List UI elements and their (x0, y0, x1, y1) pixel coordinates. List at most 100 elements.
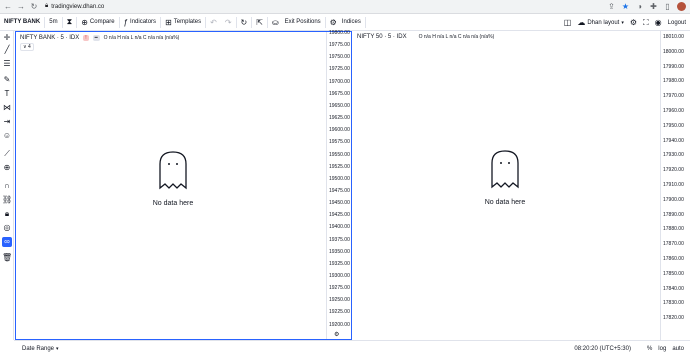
price-tick-label: 19800.00 (329, 30, 350, 36)
chart-type-button[interactable]: ⧗ (63, 14, 77, 31)
eye-icon[interactable]: ◎ (2, 223, 12, 233)
share-icon[interactable]: ⇪ (607, 2, 616, 11)
reload-icon[interactable]: ↻ (29, 2, 39, 12)
price-axis[interactable]: 19800.00 19775.00 19750.00 19725.00 19700.00… (326, 30, 350, 339)
browser-bar: ← → ↻ 🔒︎ tradingview.dhan.co ⇪ ★ ◑ ✚ ▯ (0, 0, 690, 14)
undo-button[interactable]: ↶ (206, 14, 221, 31)
price-tick-label: 17870.00 (663, 241, 684, 248)
price-tick-label: 17910.00 (663, 182, 684, 188)
symbol-title: NIFTY BANK · 5 · IDX (20, 35, 80, 41)
trash-icon[interactable]: 🗑︎ (2, 253, 12, 263)
no-data-placeholder: No data here (460, 149, 550, 206)
date-range-button[interactable]: Date Range ▾ (22, 346, 59, 352)
magnet-icon[interactable]: ∩ (2, 181, 12, 191)
popout-button[interactable]: ⇱ (252, 14, 267, 31)
price-tick-label: 17970.00 (663, 93, 684, 100)
compare-label: Compare (89, 19, 115, 25)
drawing-toolbar: ✛ ╱ ☰ ✎ T ⋈ ⇥ ☺ ⟋ ⊕ ∩ ⛓ 🔒︎ ◎ ∞ 🗑︎ (0, 31, 14, 340)
refresh-button[interactable]: ↻ (237, 14, 252, 31)
fullscreen-icon[interactable]: ⛶ (643, 18, 649, 28)
redo-button[interactable]: ↷ (221, 14, 236, 31)
date-range-label: Date Range (22, 345, 55, 352)
puzzle-icon[interactable]: ✚ (649, 2, 658, 11)
logout-button[interactable]: Logout (668, 20, 686, 26)
collapse-indicators-button[interactable]: ∨ 4 (20, 43, 34, 51)
address-bar[interactable]: 🔒︎ tradingview.dhan.co (45, 3, 104, 10)
price-tick-label: 19550.00 (329, 151, 350, 158)
price-tick-label: 19675.00 (329, 90, 350, 97)
chevron-down-icon: ▾ (56, 345, 59, 352)
price-tick-label: 17990.00 (663, 63, 684, 70)
measure-icon[interactable]: ⇥ (2, 117, 12, 127)
horizontal-lines-icon[interactable]: ☰ (2, 59, 12, 69)
chart-pane-right[interactable]: NIFTY 50 · 5 · IDX O n/a H n/a L n/a C n… (353, 31, 690, 340)
grid-icon: ⊞ (165, 17, 172, 27)
chevron-down-icon: ▾ (621, 19, 624, 26)
price-tick-label: 19500.00 (329, 175, 350, 182)
price-tick-label: 17980.00 (663, 78, 684, 85)
price-tick-label: 19400.00 (329, 224, 350, 231)
indicators-button[interactable]: ƒ Indicators (120, 14, 160, 31)
exit-positions-label: Exit Positions (284, 19, 321, 25)
log-toggle[interactable]: log (658, 346, 666, 352)
settings-icon[interactable]: ⚙ (630, 18, 637, 27)
clock-time: 08:20:20 (UTC+5:30) (574, 346, 631, 352)
exit-positions-button[interactable]: ⛀ Exit Positions (268, 14, 325, 31)
price-tick-label: 17930.00 (663, 152, 684, 159)
divider (364, 16, 366, 28)
pane-legend: NIFTY BANK · 5 · IDX ! ━ O n/a H n/a L n… (20, 35, 179, 41)
text-icon[interactable]: T (2, 89, 12, 99)
crosshair-icon[interactable]: ✛ (2, 33, 12, 43)
extension-icon[interactable]: ◑ (635, 2, 644, 11)
chart-pane-left[interactable]: NIFTY BANK · 5 · IDX ! ━ O n/a H n/a L n… (15, 30, 352, 340)
auto-toggle[interactable]: auto (672, 346, 684, 352)
brush-icon[interactable]: ✎ (2, 75, 12, 85)
price-tick-label: 18010.00 (663, 34, 684, 40)
lock-drawings-icon[interactable]: ⛓ (2, 195, 12, 205)
external-link-icon: ⇱ (256, 17, 263, 27)
link-icon[interactable]: ∞ (2, 237, 12, 247)
layout-grid-icon[interactable]: ◫ (564, 18, 572, 27)
back-icon[interactable]: ← (3, 2, 13, 12)
pattern-icon[interactable]: ⋈ (2, 103, 12, 113)
price-tick-label: 19725.00 (329, 66, 350, 73)
indices-button[interactable]: ⚙ Indices (326, 14, 365, 31)
price-axis[interactable]: 18010.00 18000.00 17990.00 17980.00 17970.00… (660, 31, 690, 340)
price-tick-label: 17830.00 (663, 300, 684, 307)
emoji-icon[interactable]: ☺ (2, 131, 12, 141)
minus-icon[interactable]: ━ (92, 35, 100, 41)
trendline-icon[interactable]: ╱ (2, 45, 12, 55)
templates-button[interactable]: ⊞ Templates (161, 14, 205, 31)
price-tick-label: 17940.00 (663, 137, 684, 144)
price-tick-label: 17820.00 (663, 315, 684, 322)
no-data-text: No data here (484, 199, 526, 206)
settings-icon[interactable]: ⚙ (334, 331, 339, 338)
templates-label: Templates (173, 19, 202, 25)
symbol-search-button[interactable]: NIFTY BANK (0, 14, 44, 31)
camera-icon[interactable]: ◉ (655, 18, 662, 27)
compare-button[interactable]: ⊕ Compare (77, 14, 118, 31)
price-tick-label: 18000.00 (663, 48, 684, 55)
star-icon[interactable]: ★ (621, 2, 630, 11)
price-tick-label: 17840.00 (663, 285, 684, 292)
sidepanel-icon[interactable]: ▯ (663, 2, 672, 11)
percent-toggle[interactable]: % (647, 346, 652, 352)
price-tick-label: 17920.00 (663, 167, 684, 174)
price-tick-label: 19475.00 (329, 187, 350, 194)
interval-button[interactable]: 5m (45, 14, 61, 31)
gear-icon: ⚙ (329, 17, 337, 27)
price-tick-label: 19375.00 (329, 236, 350, 243)
layout-dropdown[interactable]: ☁ Dhan layout ▾ (577, 14, 624, 31)
ohlc-values: O n/a H n/a L n/a C n/a n/a (n/a%) (418, 34, 495, 40)
forward-icon[interactable]: → (16, 2, 26, 12)
lock-icon[interactable]: 🔒︎ (2, 209, 12, 219)
price-tick-label: 19225.00 (329, 309, 350, 316)
avatar[interactable] (677, 2, 686, 11)
warning-badge[interactable]: ! (83, 35, 89, 41)
zoom-in-icon[interactable]: ⊕ (2, 163, 12, 173)
ruler-icon[interactable]: ⟋ (2, 149, 12, 159)
layout-label: Dhan layout (587, 19, 620, 26)
price-tick-label: 19600.00 (329, 127, 350, 134)
price-tick-label: 19775.00 (329, 42, 350, 49)
price-tick-label: 19625.00 (329, 115, 350, 122)
